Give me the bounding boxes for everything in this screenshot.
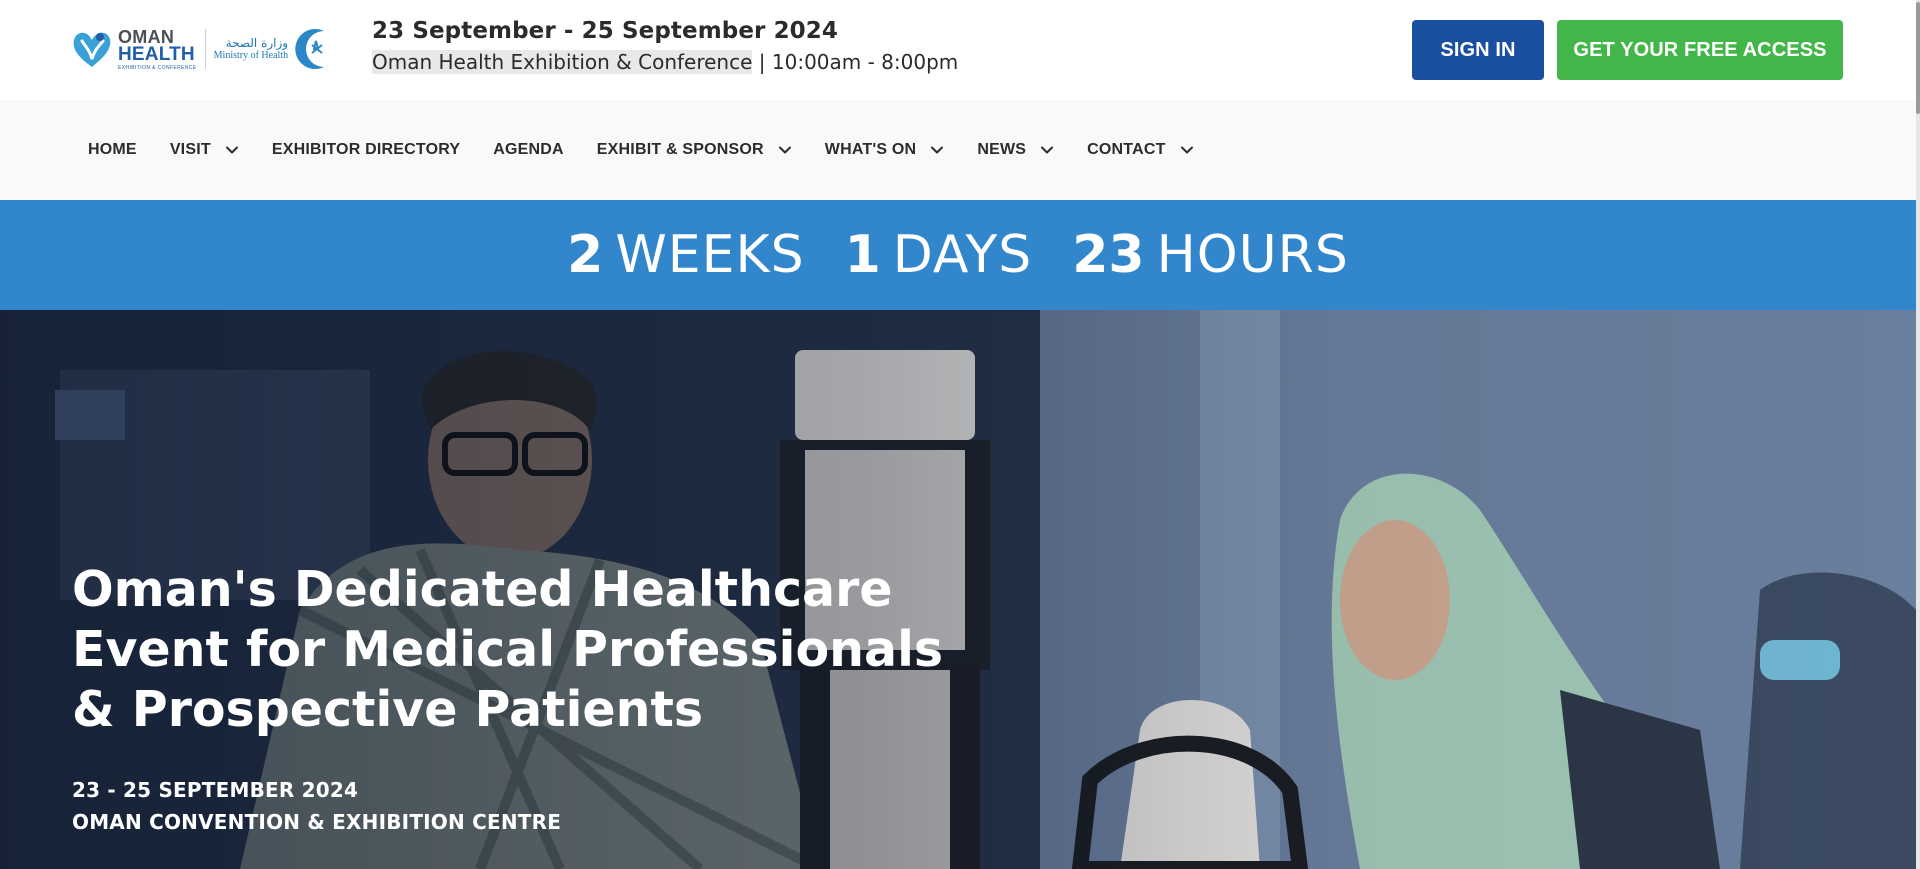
site-logo[interactable]: OMAN HEALTH EXHIBITION & CONFERENCE وزار… bbox=[70, 24, 345, 74]
nav-item-home[interactable]: HOME bbox=[88, 141, 137, 159]
event-info: 23 September - 25 September 2024 Oman He… bbox=[372, 18, 958, 74]
chevron-down-icon[interactable] bbox=[1180, 143, 1194, 157]
sign-in-button[interactable]: SIGN IN bbox=[1412, 20, 1544, 80]
chevron-down-icon[interactable] bbox=[930, 143, 944, 157]
chevron-down-icon[interactable] bbox=[1040, 143, 1054, 157]
countdown-hours-label: HOURS bbox=[1156, 225, 1349, 285]
hero-date: 23 - 25 SEPTEMBER 2024 bbox=[72, 778, 359, 802]
nav-item-label: VISIT bbox=[169, 141, 211, 158]
nav-menu: HOME VISIT EXHIBITOR DIRECTORY AGENDA EXHIBI… bbox=[88, 100, 1227, 200]
ministry-english: Ministry of Health bbox=[213, 50, 289, 62]
free-access-button[interactable]: GET YOUR FREE ACCESS bbox=[1557, 20, 1843, 80]
logo-wordmark: OMAN HEALTH EXHIBITION & CONFERENCE bbox=[118, 28, 197, 71]
hero-venue: OMAN CONVENTION & EXHIBITION CENTRE bbox=[72, 810, 562, 834]
nav-item-exhibit-sponsor[interactable]: EXHIBIT & SPONSOR bbox=[597, 141, 792, 159]
ministry-wordmark: وزارة الصحة Ministry of Health bbox=[213, 35, 289, 62]
nav-item-news[interactable]: NEWS bbox=[977, 141, 1054, 159]
ministry-emblem-icon bbox=[295, 28, 325, 70]
chevron-down-icon[interactable] bbox=[225, 143, 239, 157]
nav-item-label: NEWS bbox=[977, 141, 1027, 158]
event-name: Oman Health Exhibition & Conference bbox=[372, 50, 753, 74]
main-navigation: HOME VISIT EXHIBITOR DIRECTORY AGENDA EXHIBI… bbox=[0, 100, 1916, 200]
countdown-hours-value: 23 bbox=[1072, 225, 1145, 285]
chevron-down-icon[interactable] bbox=[778, 143, 792, 157]
page-scrollbar[interactable] bbox=[1916, 0, 1920, 869]
event-dates: 23 September - 25 September 2024 bbox=[372, 18, 838, 44]
site-header: OMAN HEALTH EXHIBITION & CONFERENCE وزار… bbox=[0, 0, 1916, 100]
event-countdown: 2 WEEKS 1 DAYS 23 HOURS bbox=[0, 200, 1916, 310]
logo-tagline: EXHIBITION & CONFERENCE bbox=[118, 64, 197, 71]
nav-item-exhibitor-directory[interactable]: EXHIBITOR DIRECTORY bbox=[272, 141, 460, 159]
countdown-weeks: 2 WEEKS bbox=[567, 225, 804, 285]
nav-item-what-s-on[interactable]: WHAT'S ON bbox=[825, 141, 945, 159]
countdown-days-value: 1 bbox=[844, 225, 881, 285]
nav-item-label: WHAT'S ON bbox=[824, 141, 917, 158]
nav-item-label: AGENDA bbox=[493, 141, 564, 158]
logo-brand-line2: HEALTH bbox=[118, 43, 195, 65]
nav-item-label: CONTACT bbox=[1087, 141, 1166, 158]
nav-item-visit[interactable]: VISIT bbox=[170, 141, 239, 159]
logo-brand-line1: OMAN bbox=[118, 26, 175, 47]
nav-item-label: HOME bbox=[88, 141, 137, 158]
event-details: Oman Health Exhibition & Conference | 10… bbox=[372, 50, 958, 74]
nav-item-agenda[interactable]: AGENDA bbox=[493, 141, 564, 159]
nav-item-contact[interactable]: CONTACT bbox=[1087, 141, 1193, 159]
heart-hands-icon bbox=[73, 32, 111, 67]
countdown-hours: 23 HOURS bbox=[1072, 225, 1349, 285]
countdown-weeks-label: WEEKS bbox=[615, 225, 805, 285]
hero-banner: Oman's Dedicated Healthcare Event for Me… bbox=[0, 310, 1916, 869]
countdown-days-label: DAYS bbox=[892, 225, 1033, 285]
event-hours: 10:00am - 8:00pm bbox=[771, 50, 959, 74]
countdown-days: 1 DAYS bbox=[845, 225, 1033, 285]
nav-item-label: EXHIBIT & SPONSOR bbox=[596, 141, 764, 158]
countdown-weeks-value: 2 bbox=[567, 225, 604, 285]
hero-title: Oman's Dedicated Healthcare Event for Me… bbox=[72, 561, 944, 738]
scrollbar-thumb[interactable] bbox=[1916, 2, 1920, 114]
logo-divider bbox=[204, 29, 206, 69]
event-separator: | bbox=[752, 50, 772, 74]
nav-item-label: EXHIBITOR DIRECTORY bbox=[271, 141, 461, 158]
ministry-arabic: وزارة الصحة bbox=[225, 35, 289, 50]
